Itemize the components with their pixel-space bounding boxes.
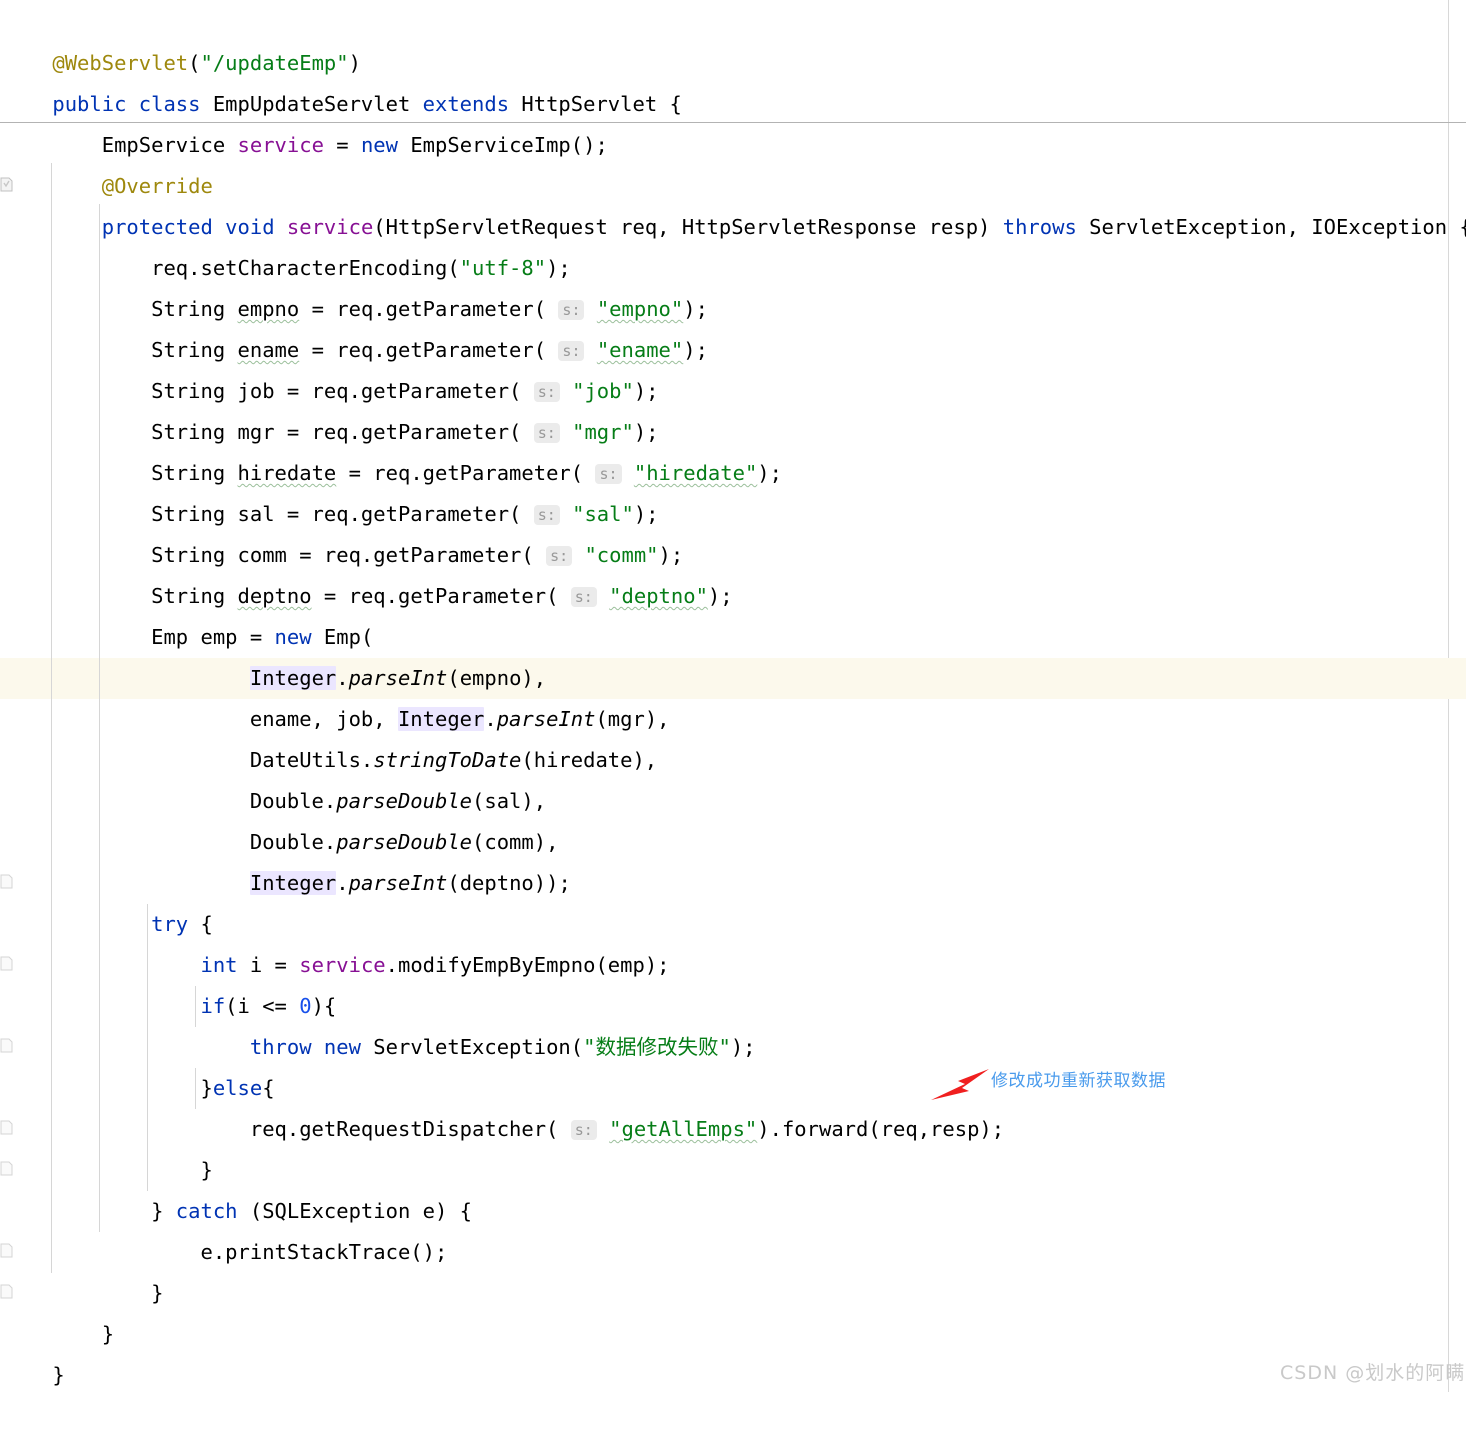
code-line-20[interactable]: Double.parseDouble(comm), [3, 781, 559, 854]
code-editor[interactable]: @WebServlet("/updateEmp") public class E… [0, 0, 1466, 1392]
code-line-12[interactable]: String sal = req.getParameter( s: "sal")… [3, 453, 658, 526]
code-line-30[interactable]: e.printStackTrace(); [3, 1191, 447, 1264]
code-line-21[interactable]: Integer.parseInt(deptno)); [3, 822, 571, 895]
code-line-24[interactable]: if(i <= 0){ [3, 945, 336, 1018]
token-string: "getAllEmps" [609, 1117, 758, 1141]
code-line-18[interactable]: DateUtils.stringToDate(hiredate), [3, 699, 657, 772]
annotation-label: 修改成功重新获取数据 [991, 1071, 1166, 1091]
csdn-watermark: CSDN @划水的阿瞒 [1280, 1362, 1466, 1384]
token-field: service [237, 133, 324, 157]
code-line-6[interactable]: req.setCharacterEncoding("utf-8"); [3, 207, 571, 280]
code-line-3[interactable]: EmpService service = new EmpServiceImp()… [3, 84, 608, 157]
code-line-2[interactable]: public class EmpUpdateServlet extends Ht… [3, 43, 681, 116]
code-line-22[interactable]: try { [3, 863, 213, 936]
code-line-15[interactable]: Emp emp = new Emp( [3, 576, 373, 649]
code-line-1[interactable]: @WebServlet("/updateEmp") [3, 2, 361, 75]
parameter-hint-s: s: [570, 587, 597, 607]
code-line-33[interactable]: } [3, 1314, 64, 1387]
code-line-13[interactable]: String comm = req.getParameter( s: "comm… [3, 494, 683, 567]
code-line-5[interactable]: protected void service(HttpServletReques… [3, 166, 1466, 239]
code-line-9[interactable]: String job = req.getParameter( s: "job")… [3, 330, 658, 403]
code-line-28[interactable]: } [3, 1109, 212, 1182]
code-line-25[interactable]: throw new ServletException("数据修改失败"); [3, 986, 756, 1059]
code-line-27[interactable]: req.getRequestDispatcher( s: "getAllEmps… [3, 1068, 1004, 1141]
code-line-19[interactable]: Double.parseDouble(sal), [3, 740, 546, 813]
code-line-29[interactable]: } catch (SQLException e) { [3, 1150, 472, 1223]
code-line-14[interactable]: String deptno = req.getParameter( s: "de… [3, 535, 733, 608]
code-line-4[interactable]: @Override [3, 125, 213, 198]
code-line-31[interactable]: } [3, 1232, 163, 1305]
code-line-10[interactable]: String mgr = req.getParameter( s: "mgr")… [3, 371, 658, 444]
code-line-17[interactable]: ename, job, Integer.parseInt(mgr), [3, 658, 670, 731]
token-string: "数据修改失败" [583, 1035, 731, 1059]
code-line-16[interactable]: Integer.parseInt(empno), [3, 617, 546, 690]
code-line-11[interactable]: String hiredate = req.getParameter( s: "… [3, 412, 782, 485]
parameter-hint-s: s: [570, 1120, 597, 1140]
highlighted-identifier: Integer [249, 871, 337, 895]
code-line-7[interactable]: String empno = req.getParameter( s: "emp… [3, 248, 708, 321]
token-static-method: parseInt [348, 871, 448, 895]
code-line-23[interactable]: int i = service.modifyEmpByEmpno(emp); [3, 904, 669, 977]
code-line-26[interactable]: }else{ [3, 1027, 274, 1100]
token-string: "deptno" [609, 584, 708, 608]
code-line-32[interactable]: } [3, 1273, 114, 1346]
red-arrow-annotation-icon [925, 1065, 993, 1109]
code-line-8[interactable]: String ename = req.getParameter( s: "ena… [3, 289, 708, 362]
